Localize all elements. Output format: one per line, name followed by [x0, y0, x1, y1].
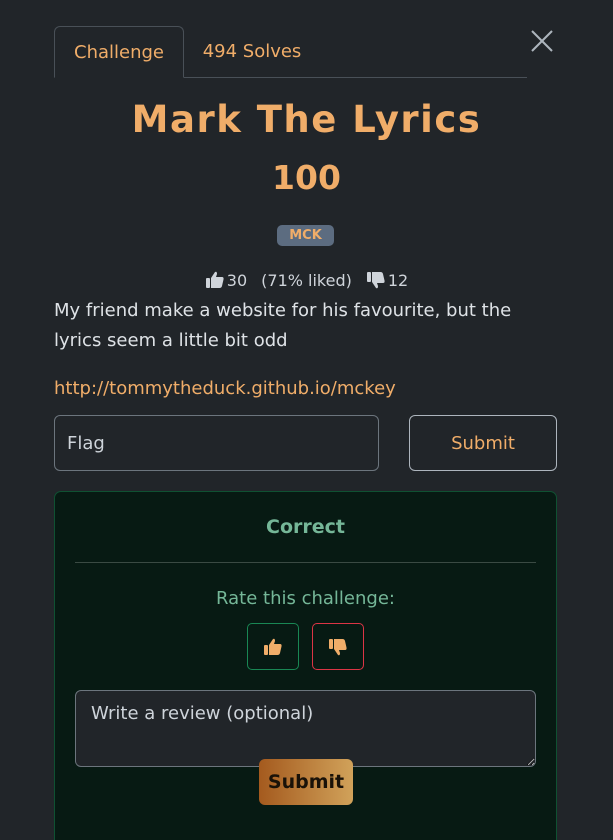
like-count: 30 — [226, 270, 248, 290]
divider — [75, 562, 536, 563]
result-panel: Correct Rate this challenge: Submit — [54, 491, 557, 840]
thumbs-down-icon — [329, 638, 347, 655]
challenge-tabs: Challenge 494 Solves — [54, 26, 527, 78]
challenge-name: Mark The Lyrics — [131, 98, 482, 141]
result-status: Correct — [266, 516, 345, 538]
rate-like-button[interactable] — [247, 623, 299, 670]
liked-percentage: (71% liked) — [261, 270, 352, 290]
dislike-count: 12 — [387, 270, 409, 290]
review-submit-button[interactable]: Submit — [259, 759, 353, 805]
rate-dislike-button[interactable] — [312, 623, 364, 670]
rate-prompt: Rate this challenge: — [216, 588, 395, 609]
close-icon — [531, 30, 553, 52]
flag-submit-button[interactable]: Submit — [409, 415, 557, 471]
close-button[interactable] — [529, 28, 555, 54]
thumbs-up-icon — [205, 271, 224, 288]
challenge-description: My friend make a website for his favouri… — [54, 300, 512, 351]
review-textarea[interactable] — [75, 690, 536, 767]
challenge-points: 100 — [272, 158, 341, 197]
flag-input[interactable] — [54, 415, 379, 471]
tab-challenge[interactable]: Challenge — [54, 26, 184, 78]
thumbs-down-icon — [366, 272, 385, 289]
thumbs-up-icon — [264, 638, 282, 655]
tab-solves[interactable]: 494 Solves — [185, 26, 319, 78]
vote-summary: 30 (71% liked) 12 — [0, 270, 613, 290]
challenge-link[interactable]: http://tommytheduck.github.io/mckey — [54, 378, 396, 399]
category-badge: MCK — [277, 225, 334, 246]
